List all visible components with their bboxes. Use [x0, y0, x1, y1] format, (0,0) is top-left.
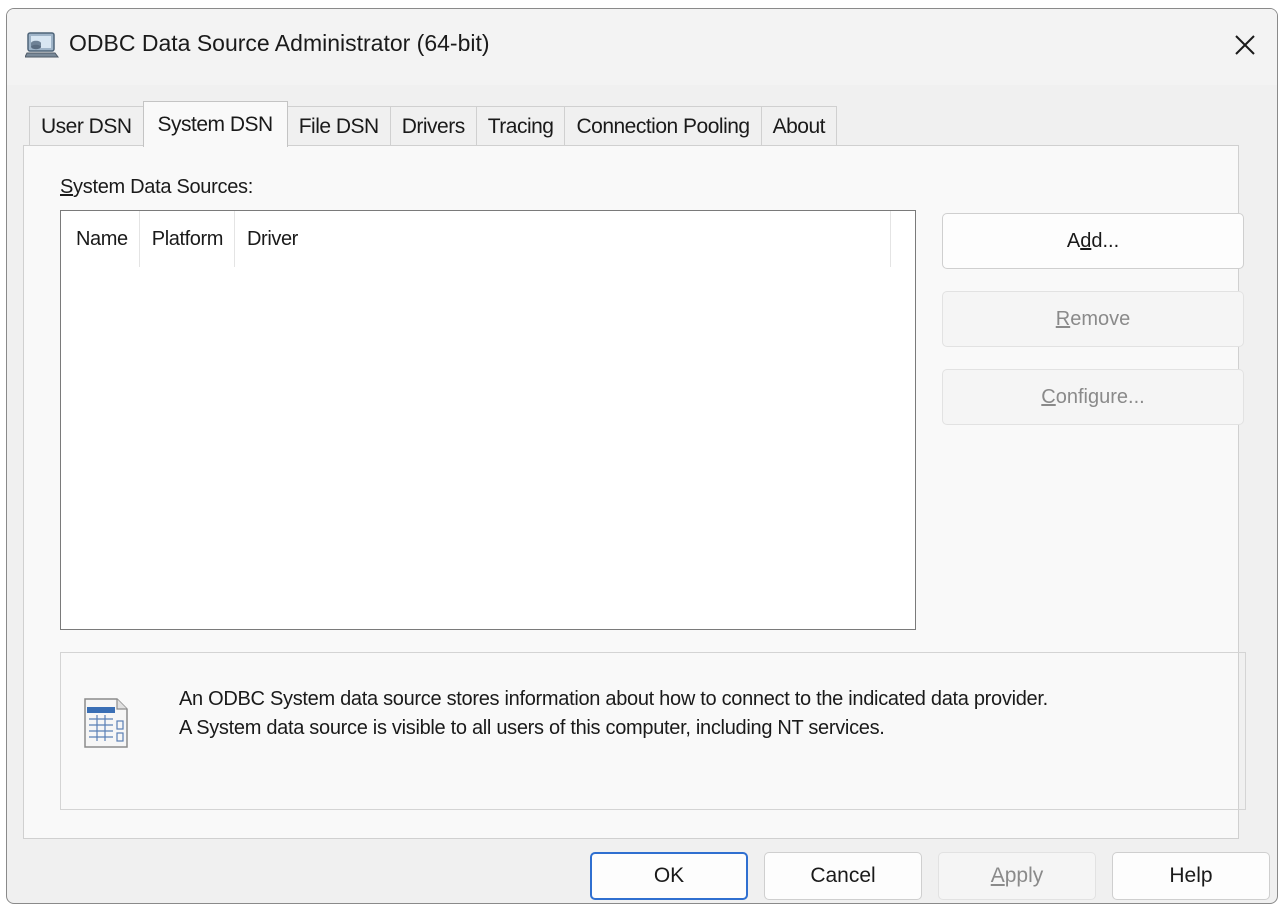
- column-header-platform[interactable]: Platform: [140, 211, 236, 267]
- info-line-1: An ODBC System data source stores inform…: [179, 688, 1048, 710]
- close-icon: [1235, 35, 1255, 55]
- tab-about[interactable]: About: [760, 106, 837, 146]
- tab-file-dsn[interactable]: File DSN: [286, 106, 391, 146]
- info-text: An ODBC System data source stores inform…: [179, 685, 1048, 743]
- add-button[interactable]: Ad d...: [942, 213, 1244, 269]
- column-header-name[interactable]: Name: [61, 211, 140, 267]
- data-sources-list[interactable]: Name Platform Driver: [60, 210, 916, 630]
- info-box: An ODBC System data source stores inform…: [60, 652, 1246, 810]
- label-suffix: ystem Data Sources:: [73, 176, 253, 198]
- tab-strip: User DSN System DSN File DSN Drivers Tra…: [29, 101, 837, 147]
- tab-user-dsn[interactable]: User DSN: [29, 106, 144, 146]
- tab-system-dsn[interactable]: System DSN: [142, 101, 288, 147]
- configure-button[interactable]: Configure...: [942, 369, 1244, 425]
- configure-label-accelerator: C: [1041, 385, 1056, 408]
- window-title: ODBC Data Source Administrator (64-bit): [69, 30, 490, 56]
- title-bar[interactable]: ODBC Data Source Administrator (64-bit): [7, 9, 1277, 85]
- odbc-admin-icon: [25, 32, 59, 58]
- help-button[interactable]: Help: [1112, 852, 1270, 900]
- add-label-pre: A: [1066, 229, 1081, 252]
- tab-drivers[interactable]: Drivers: [389, 106, 477, 146]
- apply-button[interactable]: Apply: [938, 852, 1096, 900]
- odbc-admin-window: ODBC Data Source Administrator (64-bit) …: [6, 8, 1278, 904]
- apply-label-rest: pply: [1004, 864, 1044, 887]
- remove-label-accelerator: R: [1055, 307, 1071, 330]
- add-label-post: d...: [1091, 229, 1120, 252]
- configure-label-post: onfigure...: [1055, 385, 1145, 408]
- remove-label-post: emove: [1070, 307, 1131, 330]
- apply-label-accelerator: A: [990, 864, 1005, 887]
- close-button[interactable]: [1213, 9, 1277, 81]
- tab-tracing[interactable]: Tracing: [475, 106, 566, 146]
- tab-connection-pooling[interactable]: Connection Pooling: [564, 106, 762, 146]
- cancel-button[interactable]: Cancel: [764, 852, 922, 900]
- list-column-headers: Name Platform Driver: [61, 211, 915, 267]
- system-data-sources-label: System Data Sources:: [60, 176, 253, 199]
- label-accelerator: S: [60, 176, 74, 198]
- ok-button[interactable]: OK: [590, 852, 748, 900]
- data-source-icon: [84, 698, 128, 748]
- info-line-2: A System data source is visible to all u…: [179, 717, 885, 739]
- remove-button[interactable]: Remove: [942, 291, 1244, 347]
- system-dsn-panel: System Data Sources: Name Platform Drive…: [23, 145, 1246, 839]
- add-label-accelerator: d: [1080, 229, 1092, 252]
- column-header-driver[interactable]: Driver: [235, 211, 892, 267]
